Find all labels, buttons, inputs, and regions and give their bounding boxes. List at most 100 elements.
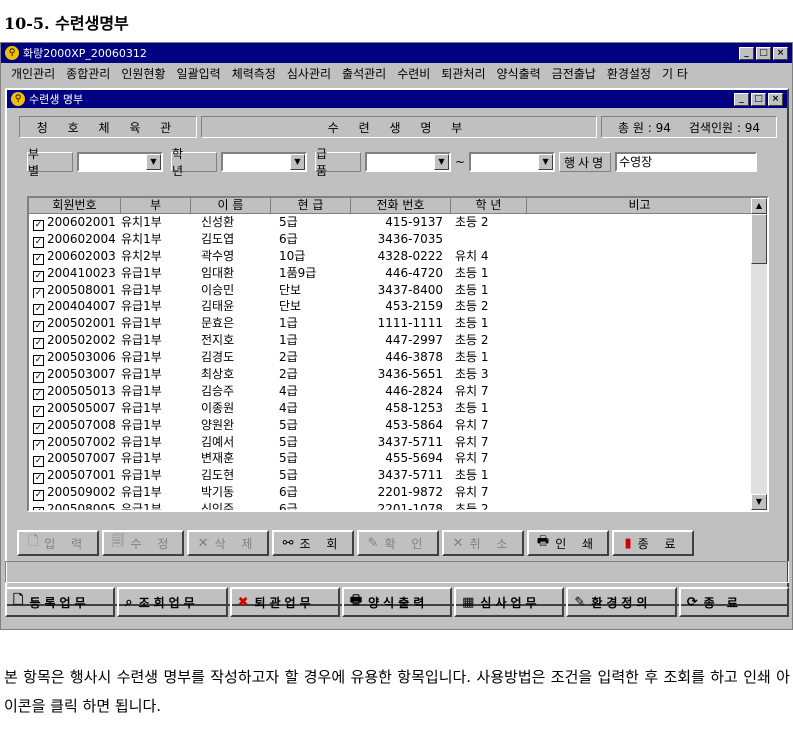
member-no-cell[interactable]: ✓ 200502001 bbox=[29, 315, 121, 333]
member-no-cell[interactable]: ✓ 200602001 bbox=[29, 214, 121, 231]
child-minimize-button[interactable]: _ bbox=[734, 92, 749, 106]
member-no-cell[interactable]: ✓ 200410023 bbox=[29, 265, 121, 282]
member-no-cell[interactable]: ✓ 200503006 bbox=[29, 349, 121, 367]
table-row[interactable]: ✓ 200507007 유급1부 변재훈 5급 455-5694 유치 7 bbox=[29, 450, 767, 468]
chevron-down-icon[interactable]: ▼ bbox=[538, 154, 554, 170]
menu-withdrawal[interactable]: 퇴관처리 bbox=[437, 65, 492, 82]
cancel-button[interactable]: ✕ 취 소 bbox=[442, 530, 524, 556]
rank-to-select[interactable]: ▼ bbox=[469, 152, 556, 172]
table-row[interactable]: ✓ 200507001 유급1부 김도현 5급 3437-5711 초등 1 bbox=[29, 467, 767, 485]
menu-cash[interactable]: 금전출납 bbox=[548, 65, 603, 82]
row-checkbox[interactable]: ✓ bbox=[33, 439, 44, 451]
menu-etc[interactable]: 기 타 bbox=[658, 65, 695, 82]
row-checkbox[interactable]: ✓ bbox=[33, 253, 44, 265]
table-row[interactable]: ✓ 200602004 유치1부 김도엽 6급 3436-7035 bbox=[29, 231, 767, 248]
chevron-down-icon[interactable]: ▼ bbox=[146, 154, 161, 170]
member-no-cell[interactable]: ✓ 200602004 bbox=[29, 231, 121, 248]
row-checkbox[interactable]: ✓ bbox=[33, 236, 44, 248]
member-no-cell[interactable]: ✓ 200502002 bbox=[29, 332, 121, 350]
delete-button[interactable]: ✕ 삭 제 bbox=[187, 530, 269, 556]
table-row[interactable]: ✓ 200404007 유급1부 김태윤 단보 453-2159 초등 2 bbox=[29, 298, 767, 316]
menu-attendance[interactable]: 출석관리 bbox=[338, 65, 393, 82]
search-button[interactable]: ⚯ 조 회 bbox=[272, 530, 354, 556]
col-phone[interactable]: 전화 번호 bbox=[351, 198, 451, 214]
table-row[interactable]: ✓ 200502002 유급1부 전지호 1급 447-2997 초등 2 bbox=[29, 332, 767, 350]
chevron-down-icon[interactable]: ▼ bbox=[290, 154, 305, 170]
member-no-cell[interactable]: ✓ 200404007 bbox=[29, 298, 121, 316]
row-checkbox[interactable]: ✓ bbox=[33, 304, 44, 316]
table-row[interactable]: ✓ 200507008 유급1부 양원완 5급 453-5864 유치 7 bbox=[29, 417, 767, 434]
table-row[interactable]: ✓ 200410023 유급1부 임대환 1품9급 446-4720 초등 1 bbox=[29, 265, 767, 282]
menu-fees[interactable]: 수련비 bbox=[393, 65, 437, 82]
row-checkbox[interactable]: ✓ bbox=[33, 388, 44, 400]
scroll-thumb[interactable] bbox=[751, 214, 767, 264]
row-checkbox[interactable]: ✓ bbox=[33, 405, 44, 417]
settings-button[interactable]: ✎ 환경정의 bbox=[566, 587, 677, 617]
scroll-down-icon[interactable]: ▼ bbox=[751, 494, 767, 510]
exam-button[interactable]: ▦ 심사업무 bbox=[454, 587, 565, 617]
row-checkbox[interactable]: ✓ bbox=[33, 220, 44, 231]
member-no-cell[interactable]: ✓ 200503007 bbox=[29, 366, 121, 383]
col-rank[interactable]: 현 급 bbox=[271, 198, 351, 214]
table-row[interactable]: ✓200508005유급1부 신인준 6급 2201-1078 초등 2 bbox=[29, 501, 767, 510]
row-checkbox[interactable]: ✓ bbox=[33, 321, 44, 333]
menu-headcount[interactable]: 인원현황 bbox=[117, 65, 172, 82]
col-grade[interactable]: 학 년 bbox=[451, 198, 527, 214]
edit-button[interactable]: 🗐 수 정 bbox=[102, 530, 184, 556]
table-row[interactable]: ✓ 200509002 유급1부 박기동 6급 2201-9872 유치 7 bbox=[29, 484, 767, 502]
table-row[interactable]: ✓ 200508001 유급1부 이승민 단보 3437-8400 초등 1 bbox=[29, 282, 767, 299]
inquiry-button[interactable]: ⌕ 조회업무 bbox=[117, 587, 228, 617]
scroll-up-icon[interactable]: ▲ bbox=[751, 198, 767, 214]
table-row[interactable]: ✓ 200505007 유급1부 이종원 4급 458-1253 초등 1 bbox=[29, 400, 767, 417]
event-input[interactable]: 수영장 bbox=[615, 152, 758, 172]
table-row[interactable]: ✓ 200602001 유치1부 신성환 5급 415-9137 초등 2 bbox=[29, 214, 767, 231]
member-no-cell[interactable]: ✓ 200507007 bbox=[29, 450, 121, 468]
rank-from-select[interactable]: ▼ bbox=[365, 152, 451, 172]
row-checkbox[interactable]: ✓ bbox=[33, 456, 44, 468]
close-button[interactable]: × bbox=[773, 46, 788, 60]
row-checkbox[interactable]: ✓ bbox=[33, 338, 44, 350]
row-checkbox[interactable]: ✓ bbox=[33, 473, 44, 485]
menu-general[interactable]: 종합관리 bbox=[62, 65, 117, 82]
withdraw-button[interactable]: ✖ 퇴관업무 bbox=[229, 587, 340, 617]
member-no-cell[interactable]: ✓ 200505007 bbox=[29, 400, 121, 417]
col-dept[interactable]: 부 bbox=[121, 198, 191, 214]
member-no-cell[interactable]: ✓ 200507001 bbox=[29, 467, 121, 485]
menu-fitness[interactable]: 체력측정 bbox=[228, 65, 283, 82]
member-no-cell[interactable]: ✓ 200507008 bbox=[29, 417, 121, 434]
minimize-button[interactable]: _ bbox=[739, 46, 754, 60]
menu-exam[interactable]: 심사관리 bbox=[283, 65, 338, 82]
member-no-cell[interactable]: ✓ 200507002 bbox=[29, 434, 121, 451]
menu-batch-input[interactable]: 일괄입력 bbox=[173, 65, 228, 82]
row-checkbox[interactable]: ✓ bbox=[33, 422, 44, 434]
row-checkbox[interactable]: ✓ bbox=[33, 270, 44, 282]
table-row[interactable]: ✓ 200503007 유급1부 최상호 2급 3436-5651 초등 3 bbox=[29, 366, 767, 383]
table-row[interactable]: ✓ 200503006 유급1부 김경도 2급 446-3878 초등 1 bbox=[29, 349, 767, 367]
input-button[interactable]: 🗋 입 력 bbox=[17, 530, 99, 556]
col-member-no[interactable]: 회원번호 bbox=[29, 198, 121, 214]
table-row[interactable]: ✓ 200602003 유치2부 곽수영 10급 4328-0222 유치 4 bbox=[29, 248, 767, 265]
menu-settings[interactable]: 환경설정 bbox=[603, 65, 658, 82]
maximize-button[interactable]: □ bbox=[756, 46, 771, 60]
confirm-button[interactable]: ✎ 확 인 bbox=[357, 530, 439, 556]
row-checkbox[interactable]: ✓ bbox=[33, 507, 44, 510]
dept-select[interactable]: ▼ bbox=[77, 152, 163, 172]
print-button[interactable]: 🖶 인 쇄 bbox=[527, 530, 609, 556]
member-no-cell[interactable]: ✓ 200509002 bbox=[29, 484, 121, 502]
menu-forms[interactable]: 양식출력 bbox=[493, 65, 548, 82]
child-maximize-button[interactable]: □ bbox=[751, 92, 766, 106]
member-no-cell[interactable]: ✓ 200508001 bbox=[29, 282, 121, 299]
vertical-scrollbar[interactable]: ▲ ▼ bbox=[751, 198, 767, 510]
row-checkbox[interactable]: ✓ bbox=[33, 287, 44, 299]
menu-personal[interactable]: 개인관리 bbox=[7, 65, 62, 82]
member-no-cell[interactable]: ✓ 200505013 bbox=[29, 383, 121, 400]
table-row[interactable]: ✓ 200505013 유급1부 김승주 4급 446-2824 유치 7 bbox=[29, 383, 767, 400]
form-print-button[interactable]: 🖶 양식출력 bbox=[341, 587, 453, 617]
chevron-down-icon[interactable]: ▼ bbox=[434, 154, 449, 170]
member-no-cell[interactable]: ✓ 200602003 bbox=[29, 248, 121, 265]
table-row[interactable]: ✓ 200502001 유급1부 문효은 1급 1111-1111 초등 1 bbox=[29, 315, 767, 333]
row-checkbox[interactable]: ✓ bbox=[33, 355, 44, 367]
child-close-button[interactable]: × bbox=[768, 92, 783, 106]
exit-button[interactable]: ▮ 종 료 bbox=[612, 530, 694, 556]
row-checkbox[interactable]: ✓ bbox=[33, 490, 44, 502]
